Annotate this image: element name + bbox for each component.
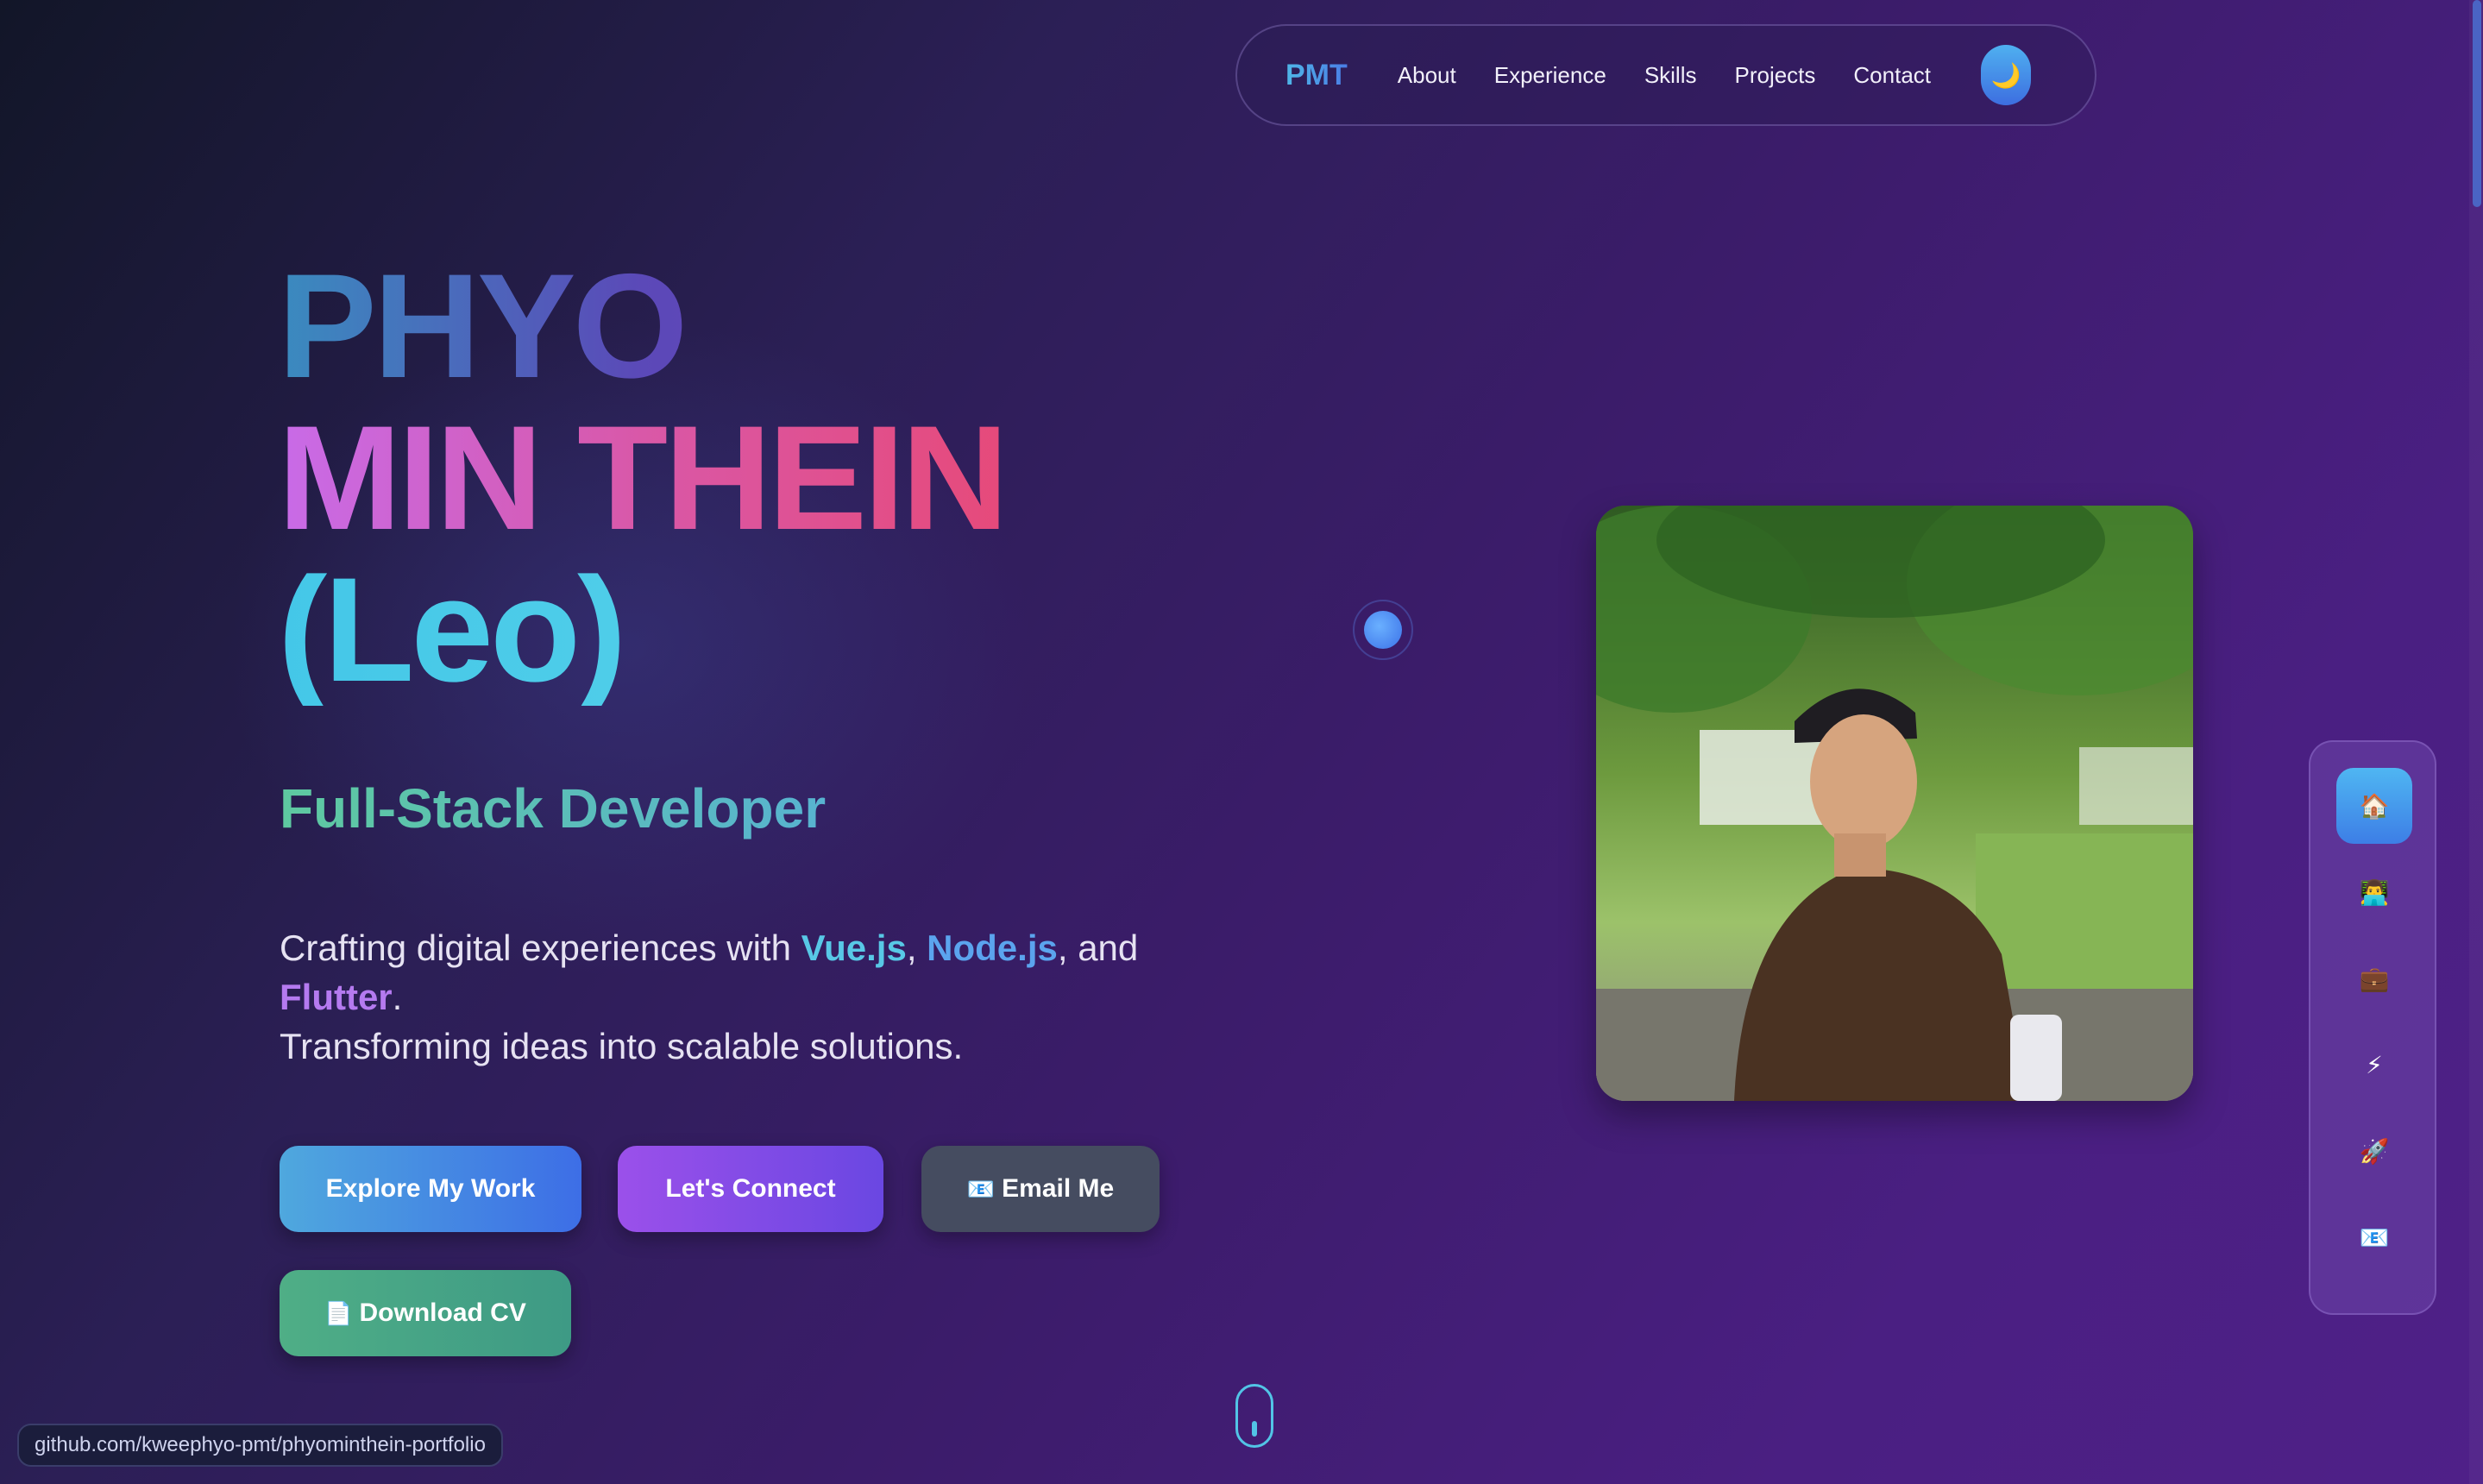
desc-period: . xyxy=(392,977,403,1017)
lets-connect-button[interactable]: Let's Connect xyxy=(618,1146,883,1232)
top-navbar: PMT About Experience Skills Projects Con… xyxy=(1235,24,2096,126)
theme-toggle-button[interactable]: 🌙 xyxy=(1981,45,2032,105)
sidenav-contact[interactable]: 📧 xyxy=(2336,1199,2412,1275)
name-line-2: MIN THEIN xyxy=(278,395,1009,561)
decorative-dot xyxy=(1353,600,1413,660)
sidenav-skills[interactable]: ⚡ xyxy=(2336,1027,2412,1103)
home-icon: 🏠 xyxy=(2359,792,2390,820)
desc-prefix: Crafting digital experiences with xyxy=(280,928,801,968)
tech-flutter: Flutter xyxy=(280,977,393,1017)
hero-name: PHYO MIN THEIN (Leo) xyxy=(278,250,1009,706)
status-bar-url: github.com/kweephyo-pmt/phyominthein-por… xyxy=(17,1424,503,1467)
side-navigation: 🏠 👨‍💻 💼 ⚡ 🚀 📧 xyxy=(2309,740,2436,1315)
scroll-indicator[interactable] xyxy=(1235,1384,1273,1448)
tech-node: Node.js xyxy=(927,928,1058,968)
sidenav-home[interactable]: 🏠 xyxy=(2336,768,2412,844)
hero-role: Full-Stack Developer xyxy=(280,777,827,839)
moon-icon: 🌙 xyxy=(1990,61,2021,89)
tech-vue: Vue.js xyxy=(801,928,907,968)
hero-description: Crafting digital experiences with Vue.js… xyxy=(280,923,1194,1071)
rocket-icon: 🚀 xyxy=(2359,1137,2390,1165)
desc-sep-2: , and xyxy=(1057,928,1139,968)
sidenav-experience[interactable]: 💼 xyxy=(2336,940,2412,1016)
profile-photo-illustration xyxy=(1596,506,2193,1101)
desc-sep-1: , xyxy=(906,928,927,968)
sidenav-about[interactable]: 👨‍💻 xyxy=(2336,854,2412,930)
briefcase-icon: 💼 xyxy=(2359,965,2390,992)
explore-work-button[interactable]: Explore My Work xyxy=(280,1146,581,1232)
page-scrollbar-track[interactable] xyxy=(2469,0,2483,1484)
lightning-icon: ⚡ xyxy=(2366,1051,2383,1078)
page-scrollbar-thumb[interactable] xyxy=(2473,0,2481,207)
email-icon: 📧 xyxy=(2359,1223,2390,1251)
document-icon: 📄 xyxy=(324,1299,353,1326)
desc-line-2: Transforming ideas into scalable solutio… xyxy=(280,1026,964,1066)
profile-photo xyxy=(1596,506,2193,1101)
email-icon: 📧 xyxy=(966,1175,996,1202)
nav-link-contact[interactable]: Contact xyxy=(1853,62,1931,89)
developer-icon: 👨‍💻 xyxy=(2359,878,2390,906)
dot-core xyxy=(1364,611,1402,649)
name-line-3: (Leo) xyxy=(278,554,1005,706)
name-line-1: PHYO xyxy=(278,250,1005,402)
email-me-button[interactable]: 📧 Email Me xyxy=(921,1146,1160,1232)
download-cv-button[interactable]: 📄 Download CV xyxy=(280,1270,571,1356)
sidenav-projects[interactable]: 🚀 xyxy=(2336,1113,2412,1189)
download-cv-label: Download CV xyxy=(359,1298,526,1327)
nav-link-about[interactable]: About xyxy=(1398,62,1456,89)
scroll-wheel xyxy=(1252,1421,1257,1437)
nav-link-skills[interactable]: Skills xyxy=(1644,62,1697,89)
nav-link-projects[interactable]: Projects xyxy=(1734,62,1815,89)
email-me-label: Email Me xyxy=(1002,1174,1115,1203)
nav-link-experience[interactable]: Experience xyxy=(1494,62,1606,89)
logo[interactable]: PMT xyxy=(1286,59,1348,92)
